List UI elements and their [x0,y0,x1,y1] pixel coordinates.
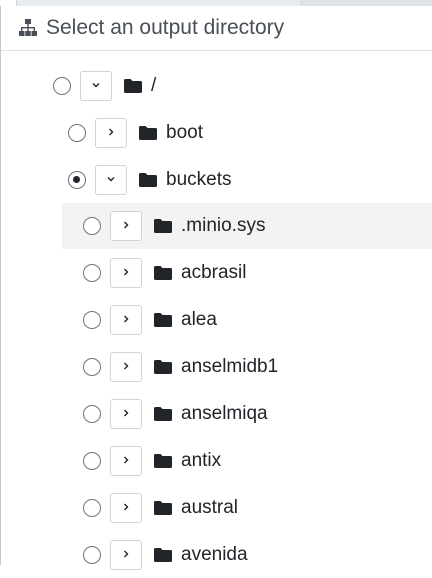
chevron-right-icon [121,452,131,470]
tree-node[interactable]: .minio.sys [62,203,432,249]
expand-toggle[interactable] [110,399,142,429]
tree-node-label: boot [166,122,203,143]
tree-node[interactable]: buckets [68,157,231,203]
chevron-right-icon [121,311,131,329]
tree-node-label: anselmidb1 [181,356,279,377]
tree-node[interactable]: anselmidb1 [83,344,278,390]
chevron-right-icon [106,124,116,142]
chevron-right-icon [121,499,131,517]
folder-icon [154,219,172,233]
tree-node-label: austral [181,497,239,518]
select-radio[interactable] [68,124,86,142]
tree-node-label: antix [181,450,222,471]
collapse-toggle[interactable] [95,165,127,195]
tree-node[interactable]: avenida [83,532,248,578]
select-radio[interactable] [83,452,101,470]
chevron-right-icon [121,358,131,376]
select-radio[interactable] [83,217,101,235]
collapse-toggle[interactable] [80,71,112,101]
folder-icon [154,266,172,280]
tree-node-label: anselmiqa [181,403,268,424]
chevron-down-icon [106,171,116,189]
dialog-title: Select an output directory [46,16,285,39]
expand-toggle[interactable] [95,118,127,148]
chevron-right-icon [121,546,131,564]
folder-icon [154,407,172,421]
tree-node-label: avenida [181,544,248,565]
tree-node-label: / [151,75,157,96]
folder-icon [154,501,172,515]
chevron-right-icon [121,217,131,235]
folder-icon [139,126,157,140]
tree-node-label: acbrasil [181,262,247,283]
output-directory-dialog: Select an output directory / boot buckets.… [0,6,432,570]
tree-node[interactable]: boot [68,110,203,156]
select-radio[interactable] [83,546,101,564]
chevron-right-icon [121,264,131,282]
expand-toggle[interactable] [110,258,142,288]
select-radio[interactable] [83,264,101,282]
tree-node[interactable]: antix [83,438,221,484]
tree-node[interactable]: / [53,63,156,109]
tree-node[interactable]: anselmiqa [83,391,268,437]
select-radio[interactable] [83,405,101,423]
dialog-header: Select an output directory [1,6,432,51]
expand-toggle[interactable] [110,352,142,382]
expand-toggle[interactable] [110,446,142,476]
select-radio[interactable] [83,358,101,376]
tree-node[interactable]: austral [83,485,238,531]
select-radio[interactable] [53,77,71,95]
chevron-down-icon [91,77,101,95]
expand-toggle[interactable] [110,540,142,570]
folder-icon [154,454,172,468]
tree-node[interactable]: acbrasil [83,250,246,296]
expand-toggle[interactable] [110,493,142,523]
select-radio[interactable] [83,311,101,329]
tree-node-label: alea [181,309,217,330]
chevron-right-icon [121,405,131,423]
tree-node-label: buckets [166,169,232,190]
folder-icon [154,313,172,327]
expand-toggle[interactable] [110,211,142,241]
tree-node-label: .minio.sys [181,215,266,236]
folder-icon [154,548,172,562]
folder-icon [139,173,157,187]
sitemap-icon [18,18,38,38]
tree-node[interactable]: alea [83,297,217,343]
folder-icon [154,360,172,374]
select-radio[interactable] [68,171,86,189]
expand-toggle[interactable] [110,305,142,335]
folder-icon [124,79,142,93]
select-radio[interactable] [83,499,101,517]
